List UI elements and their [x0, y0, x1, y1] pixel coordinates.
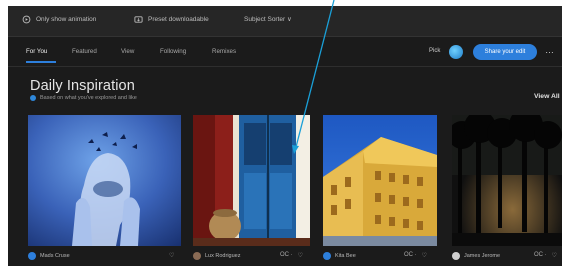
card-3-footer: Kita Bee: [323, 252, 356, 260]
card-1-actions: ♡: [169, 252, 174, 259]
pick-label: Pick: [429, 48, 441, 54]
card-4-footer: James Jerome: [452, 252, 500, 260]
card-4-author[interactable]: James Jerome: [464, 253, 500, 259]
card-2-author[interactable]: Lux Rodriguez: [205, 253, 240, 259]
download-icon: [134, 16, 143, 23]
card-3-author[interactable]: Kita Bee: [335, 253, 356, 259]
avatar[interactable]: [323, 252, 331, 260]
divider: [8, 66, 562, 67]
subject-sorter-dropdown[interactable]: Subject Sorter ∨: [244, 15, 292, 23]
card-1-author[interactable]: Mads Cruse: [40, 253, 70, 259]
inspiration-card-3[interactable]: [323, 115, 437, 246]
subject-sorter-label: Subject Sorter ∨: [244, 16, 292, 23]
heart-icon[interactable]: ♡: [298, 252, 303, 259]
view-all-link[interactable]: View All: [534, 93, 560, 100]
top-filter-bar: Only show animation Preset downloadable …: [8, 6, 562, 37]
card-4-image: [452, 115, 562, 246]
card-2-footer: Lux Rodriguez: [193, 252, 240, 260]
avatar[interactable]: [452, 252, 460, 260]
preset-downloadable-toggle[interactable]: Preset downloadable: [134, 15, 209, 24]
section-subtitle-text: Based on what you've explored and like: [40, 95, 137, 101]
avatar[interactable]: [193, 252, 201, 260]
tab-for-you[interactable]: For You: [26, 48, 47, 55]
active-tab-indicator: [26, 61, 56, 63]
tab-following[interactable]: Following: [160, 48, 186, 55]
tabs-bar: For You Featured View Following Remixes …: [8, 42, 562, 66]
animation-icon: [22, 15, 31, 24]
card-2-comments[interactable]: OC ·: [280, 252, 293, 259]
app-window: Only show animation Preset downloadable …: [8, 6, 562, 266]
card-1-footer: Mads Cruse: [28, 252, 70, 260]
card-4-actions: OC · ♡: [534, 252, 557, 259]
inspiration-card-4[interactable]: [452, 115, 562, 246]
tab-remixes[interactable]: Remixes: [212, 48, 236, 55]
inspiration-card-2[interactable]: [193, 115, 310, 246]
card-1-image: [28, 115, 181, 246]
more-options-icon[interactable]: …: [545, 45, 554, 55]
info-icon: [30, 95, 36, 101]
heart-icon[interactable]: ♡: [552, 252, 557, 259]
card-2-actions: OC · ♡: [280, 252, 303, 259]
avatar[interactable]: [28, 252, 36, 260]
only-show-animation-label: Only show animation: [36, 16, 97, 23]
preset-downloadable-label: Preset downloadable: [148, 16, 209, 23]
card-2-image: [193, 115, 310, 246]
share-your-edit-button[interactable]: Share your edit: [473, 44, 537, 60]
card-4-comments[interactable]: OC ·: [534, 252, 547, 259]
user-avatar[interactable]: [449, 45, 463, 59]
section-title: Daily Inspiration: [30, 78, 135, 94]
heart-icon[interactable]: ♡: [422, 252, 427, 259]
card-3-comments[interactable]: OC ·: [404, 252, 417, 259]
tab-view[interactable]: View: [121, 48, 134, 55]
only-show-animation-toggle[interactable]: Only show animation: [22, 15, 96, 24]
inspiration-card-1[interactable]: [28, 115, 181, 246]
card-3-image: [323, 115, 437, 246]
card-3-actions: OC · ♡: [404, 252, 427, 259]
share-your-edit-label: Share your edit: [484, 49, 526, 55]
heart-icon[interactable]: ♡: [169, 252, 174, 259]
section-subtitle: Based on what you've explored and like: [30, 95, 137, 101]
tab-featured[interactable]: Featured: [72, 48, 97, 55]
